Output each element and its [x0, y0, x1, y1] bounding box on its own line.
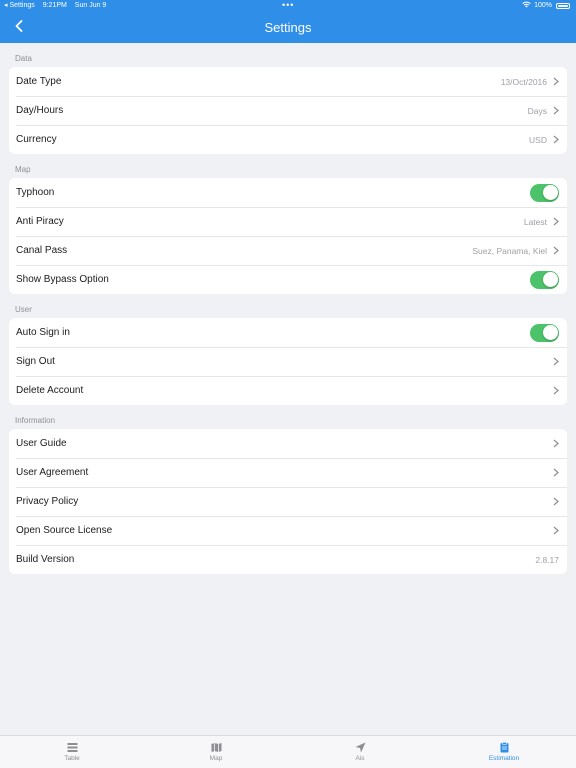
status-date: Sun Jun 9: [74, 2, 107, 9]
chevron-right-icon: [553, 217, 559, 226]
user-group: Auto Sign in Sign Out Delete Account: [9, 318, 567, 405]
chevron-right-icon: [553, 357, 559, 366]
section-header-map: Map: [15, 165, 31, 174]
anti-piracy-value: Latest: [523, 216, 547, 227]
multitasking-dots[interactable]: •••: [282, 0, 294, 10]
sign-out-row[interactable]: Sign Out: [9, 347, 567, 376]
chevron-right-icon: [553, 77, 559, 86]
battery-icon: [556, 3, 570, 9]
settings-list: Data Date Type 13/Oct/2016 Day/Hours Day…: [9, 43, 567, 574]
map-group: Typhoon Anti Piracy Latest Canal Pass Su…: [9, 178, 567, 294]
map-icon: [211, 743, 221, 752]
privacy-policy-row[interactable]: Privacy Policy: [9, 487, 567, 516]
anti-piracy-row[interactable]: Anti Piracy Latest: [9, 207, 567, 236]
date-type-label: Date Type: [16, 76, 62, 87]
canal-pass-row[interactable]: Canal Pass Suez, Panama, Kiel: [9, 236, 567, 265]
privacy-policy-label: Privacy Policy: [16, 496, 79, 507]
sign-out-label: Sign Out: [16, 356, 55, 367]
typhoon-row: Typhoon: [9, 178, 567, 207]
open-source-license-row[interactable]: Open Source License: [9, 516, 567, 545]
navigation-bar: ◂ Settings 9:21PM Sun Jun 9 ••• 100% Set…: [0, 0, 576, 43]
tab-label: Estimation: [488, 755, 520, 762]
wifi-icon: [522, 0, 531, 12]
toggle-knob: [542, 272, 558, 287]
open-source-license-label: Open Source License: [16, 525, 113, 536]
canal-pass-label: Canal Pass: [16, 245, 68, 256]
delete-account-row[interactable]: Delete Account: [9, 376, 567, 405]
chevron-right-icon: [553, 497, 559, 506]
chevron-right-icon: [553, 439, 559, 448]
day-hours-value: Days: [527, 105, 547, 116]
bypass-toggle[interactable]: [530, 270, 559, 289]
navigation-arrow-icon: [355, 742, 365, 753]
information-group: User Guide User Agreement Privacy Policy…: [9, 429, 567, 574]
build-version-value: 2.8.17: [535, 554, 559, 565]
clipboard-icon: [500, 742, 508, 753]
user-guide-row[interactable]: User Guide: [9, 429, 567, 458]
toggle-knob: [542, 185, 558, 200]
status-bar: ◂ Settings 9:21PM Sun Jun 9 ••• 100%: [0, 0, 576, 12]
day-hours-row[interactable]: Day/Hours Days: [9, 96, 567, 125]
tab-label: Map: [209, 755, 223, 762]
auto-sign-in-toggle[interactable]: [530, 323, 559, 342]
page-title: Settings: [264, 20, 312, 35]
typhoon-toggle[interactable]: [530, 183, 559, 202]
back-to-app-link[interactable]: ◂ Settings: [4, 2, 35, 9]
toggle-knob: [542, 325, 558, 340]
chevron-right-icon: [553, 246, 559, 255]
bypass-row: Show Bypass Option: [9, 265, 567, 294]
battery-percent: 100%: [534, 2, 552, 9]
currency-label: Currency: [16, 134, 57, 145]
tab-estimation[interactable]: Estimation: [432, 736, 576, 768]
date-type-row[interactable]: Date Type 13/Oct/2016: [9, 67, 567, 96]
delete-account-label: Delete Account: [16, 385, 84, 396]
user-agreement-row[interactable]: User Agreement: [9, 458, 567, 487]
bypass-label: Show Bypass Option: [16, 274, 109, 285]
auto-sign-in-label: Auto Sign in: [16, 327, 70, 338]
status-time: 9:21PM: [42, 2, 67, 9]
tab-ais[interactable]: Ais: [288, 736, 432, 768]
data-group: Date Type 13/Oct/2016 Day/Hours Days Cur…: [9, 67, 567, 154]
tab-label: Table: [64, 755, 80, 762]
currency-row[interactable]: Currency USD: [9, 125, 567, 154]
typhoon-label: Typhoon: [16, 187, 55, 198]
tab-label: Ais: [355, 755, 365, 762]
section-header-user: User: [15, 305, 32, 314]
chevron-right-icon: [553, 468, 559, 477]
chevron-right-icon: [553, 526, 559, 535]
tab-map[interactable]: Map: [144, 736, 288, 768]
canal-pass-value: Suez, Panama, Kiel: [472, 245, 547, 256]
list-icon: [67, 743, 77, 752]
chevron-right-icon: [553, 135, 559, 144]
currency-value: USD: [529, 134, 547, 145]
date-type-value: 13/Oct/2016: [500, 76, 547, 87]
anti-piracy-label: Anti Piracy: [16, 216, 64, 227]
tab-table[interactable]: Table: [0, 736, 144, 768]
section-header-information: Information: [15, 416, 56, 425]
auto-sign-in-row: Auto Sign in: [9, 318, 567, 347]
chevron-right-icon: [553, 106, 559, 115]
tab-bar: Table Map Ais Estimation: [0, 735, 576, 768]
build-version-row: Build Version 2.8.17: [9, 545, 567, 574]
chevron-right-icon: [553, 386, 559, 395]
build-version-label: Build Version: [16, 554, 75, 565]
user-agreement-label: User Agreement: [16, 467, 89, 478]
section-header-data: Data: [15, 54, 32, 63]
day-hours-label: Day/Hours: [16, 105, 64, 116]
user-guide-label: User Guide: [16, 438, 67, 449]
